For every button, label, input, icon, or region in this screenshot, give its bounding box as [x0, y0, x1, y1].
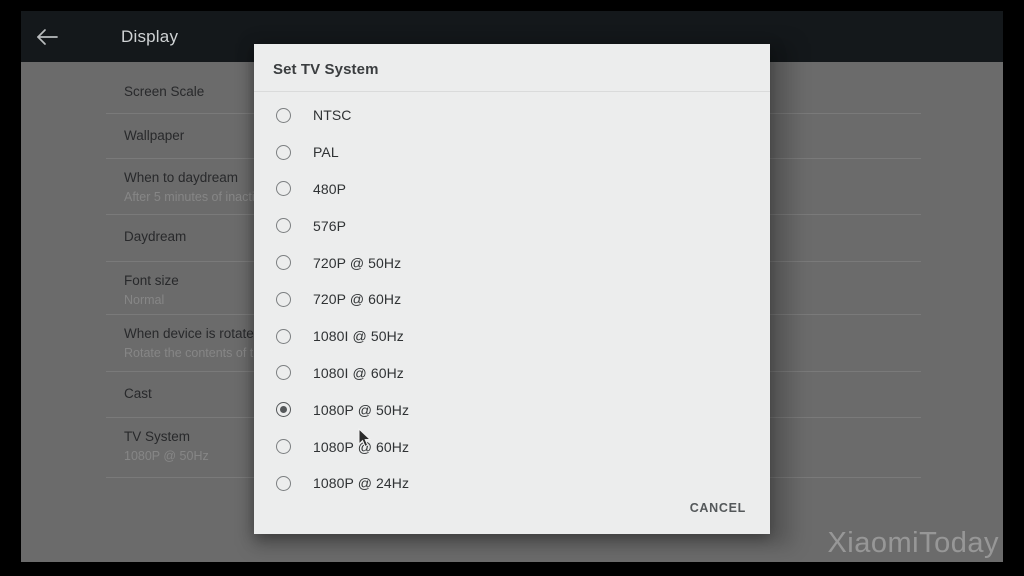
- set-tv-system-dialog: Set TV System NTSC PAL 480P 576P 720P @ 50Hz…: [254, 44, 770, 534]
- tv-system-option-label: 576P: [313, 217, 347, 234]
- page-title: Display: [121, 26, 179, 46]
- tv-system-option[interactable]: NTSC: [254, 97, 770, 134]
- radio-unselected-icon[interactable]: [276, 144, 291, 160]
- tv-system-option[interactable]: 1080P @ 60Hz: [254, 428, 770, 465]
- tv-system-option[interactable]: PAL: [254, 134, 770, 171]
- tv-system-option-label: 1080I @ 60Hz: [313, 364, 404, 381]
- tv-system-option[interactable]: 720P @ 60Hz: [254, 281, 770, 318]
- tv-system-option-label: 1080P @ 50Hz: [313, 401, 410, 418]
- cancel-button[interactable]: CANCEL: [684, 493, 752, 523]
- tv-system-option-label: PAL: [313, 144, 339, 161]
- radio-unselected-icon[interactable]: [276, 181, 291, 197]
- tv-system-option[interactable]: 480P: [254, 171, 770, 208]
- tv-system-option[interactable]: 1080P @ 50Hz: [254, 391, 770, 428]
- radio-unselected-icon[interactable]: [276, 255, 291, 271]
- tv-system-option-label: NTSC: [313, 107, 352, 124]
- dialog-actions: CANCEL: [254, 482, 770, 534]
- screen: Display Screen Scale Wallpaper When to day…: [0, 0, 1024, 576]
- tv-system-option-label: 480P: [313, 180, 347, 197]
- tv-system-option-label: 720P @ 60Hz: [313, 291, 402, 308]
- radio-unselected-icon[interactable]: [276, 107, 291, 123]
- watermark: XiaomiToday: [827, 527, 999, 559]
- radio-selected-icon[interactable]: [276, 402, 291, 418]
- tv-system-option-list: NTSC PAL 480P 576P 720P @ 50Hz 720P @ 60Hz 108…: [254, 92, 770, 502]
- dialog-title: Set TV System: [273, 61, 379, 78]
- radio-unselected-icon[interactable]: [276, 365, 291, 381]
- tv-system-option-label: 1080P @ 60Hz: [313, 438, 410, 455]
- back-button[interactable]: [21, 11, 73, 62]
- arrow-left-icon: [36, 28, 58, 46]
- tv-system-option-label: 1080I @ 50Hz: [313, 328, 404, 345]
- radio-unselected-icon[interactable]: [276, 291, 291, 307]
- tv-system-option[interactable]: 576P: [254, 207, 770, 244]
- device-content-frame: Display Screen Scale Wallpaper When to day…: [21, 11, 1003, 562]
- radio-unselected-icon[interactable]: [276, 328, 291, 344]
- radio-unselected-icon[interactable]: [276, 439, 291, 455]
- tv-system-option-label: 720P @ 50Hz: [313, 254, 402, 271]
- tv-system-option[interactable]: 720P @ 50Hz: [254, 244, 770, 281]
- tv-system-option[interactable]: 1080I @ 50Hz: [254, 318, 770, 355]
- tv-system-option[interactable]: 1080I @ 60Hz: [254, 355, 770, 392]
- radio-unselected-icon[interactable]: [276, 218, 291, 234]
